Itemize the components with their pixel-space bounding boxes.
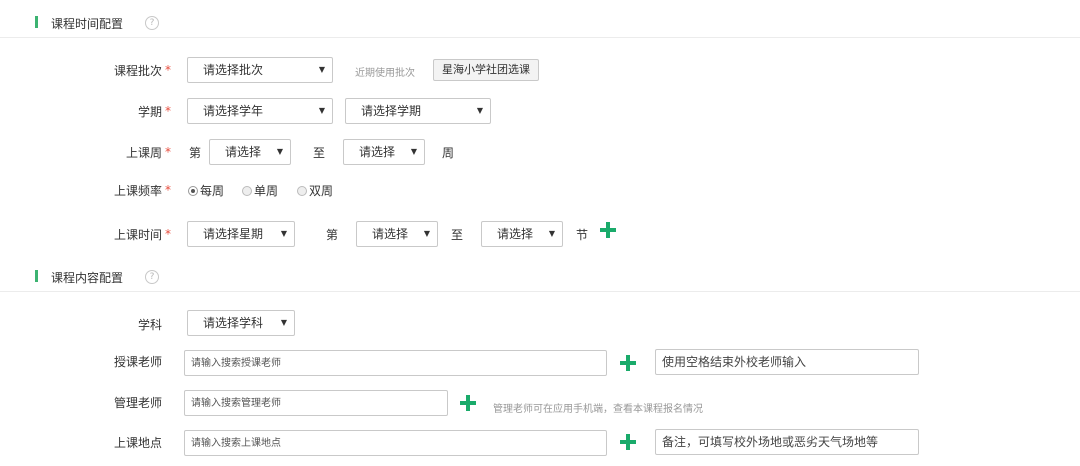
add-manager-icon[interactable]	[460, 395, 476, 411]
chevron-down-icon: ▼	[476, 106, 483, 115]
location-note-input[interactable]	[655, 429, 919, 455]
week-to-label: 至	[313, 146, 326, 160]
frequency-option-label: 双周	[309, 184, 334, 198]
chevron-down-icon: ▼	[280, 229, 287, 238]
chevron-down-icon: ▼	[276, 147, 283, 156]
batch-label: 课程批次	[113, 64, 162, 78]
frequency-option-label: 单周	[254, 184, 279, 198]
term-value: 请选择学期	[361, 104, 422, 118]
period-to-label: 至	[451, 228, 464, 242]
subject-label: 学科	[137, 318, 162, 332]
batch-select-value: 请选择批次	[203, 63, 264, 77]
week-to-select[interactable]: 请选择 ▼	[343, 139, 425, 165]
period-suffix: 节	[576, 228, 589, 242]
add-teacher-icon[interactable]	[620, 355, 636, 371]
manager-search-input[interactable]	[184, 390, 448, 416]
frequency-option-odd[interactable]: 单周	[242, 182, 278, 199]
add-time-icon[interactable]	[600, 222, 616, 238]
class-time-label: 上课时间	[113, 228, 162, 242]
school-year-select[interactable]: 请选择学年 ▼	[187, 98, 333, 124]
chevron-down-icon: ▼	[410, 147, 417, 156]
week-suffix: 周	[442, 146, 455, 160]
chevron-down-icon: ▼	[423, 229, 430, 238]
week-from-value: 请选择	[225, 145, 262, 159]
period-to-select[interactable]: 请选择 ▼	[481, 221, 563, 247]
chevron-down-icon: ▼	[280, 318, 287, 327]
term-label: 学期	[137, 105, 162, 119]
location-search-input[interactable]	[184, 430, 607, 456]
chevron-down-icon: ▼	[318, 106, 325, 115]
radio-unchecked-icon	[242, 186, 252, 196]
chevron-down-icon: ▼	[318, 65, 325, 74]
recent-batch-button[interactable]: 星海小学社团选课	[433, 59, 539, 81]
weekday-value: 请选择星期	[203, 227, 264, 241]
required-mark: *	[165, 183, 171, 197]
weekday-select[interactable]: 请选择星期 ▼	[187, 221, 295, 247]
period-prefix: 第	[326, 228, 339, 242]
frequency-option-weekly[interactable]: 每周	[188, 182, 224, 199]
location-label: 上课地点	[113, 436, 162, 450]
frequency-option-even[interactable]: 双周	[297, 182, 333, 199]
manager-label: 管理老师	[113, 396, 162, 410]
period-from-value: 请选择	[372, 227, 409, 241]
section-title-content: 课程内容配置	[51, 271, 124, 285]
section-marker	[35, 16, 38, 28]
section-title-time: 课程时间配置	[51, 17, 124, 31]
teacher-label: 授课老师	[113, 355, 162, 369]
week-prefix: 第	[189, 146, 202, 160]
term-select[interactable]: 请选择学期 ▼	[345, 98, 491, 124]
period-from-select[interactable]: 请选择 ▼	[356, 221, 438, 247]
required-mark: *	[165, 104, 171, 118]
recent-batch-label: 近期使用批次	[355, 68, 415, 79]
help-icon[interactable]: ?	[145, 270, 159, 284]
required-mark: *	[165, 227, 171, 241]
batch-select[interactable]: 请选择批次 ▼	[187, 57, 333, 83]
section-marker	[35, 270, 38, 282]
radio-checked-icon	[188, 186, 198, 196]
school-year-value: 请选择学年	[203, 104, 264, 118]
week-from-select[interactable]: 请选择 ▼	[209, 139, 291, 165]
week-to-value: 请选择	[359, 145, 396, 159]
external-teacher-input[interactable]	[655, 349, 919, 375]
subject-select[interactable]: 请选择学科 ▼	[187, 310, 295, 336]
required-mark: *	[165, 63, 171, 77]
period-to-value: 请选择	[497, 227, 534, 241]
week-label: 上课周	[125, 146, 162, 160]
radio-unchecked-icon	[297, 186, 307, 196]
required-mark: *	[165, 145, 171, 159]
manager-hint: 管理老师可在应用手机端，查看本课程报名情况	[493, 404, 703, 415]
add-location-icon[interactable]	[620, 434, 636, 450]
frequency-option-label: 每周	[200, 184, 225, 198]
teacher-search-input[interactable]	[184, 350, 607, 376]
frequency-label: 上课频率	[113, 184, 162, 198]
section-divider	[0, 37, 1080, 38]
help-icon[interactable]: ?	[145, 16, 159, 30]
section-divider	[0, 291, 1080, 292]
subject-value: 请选择学科	[203, 316, 264, 330]
chevron-down-icon: ▼	[548, 229, 555, 238]
